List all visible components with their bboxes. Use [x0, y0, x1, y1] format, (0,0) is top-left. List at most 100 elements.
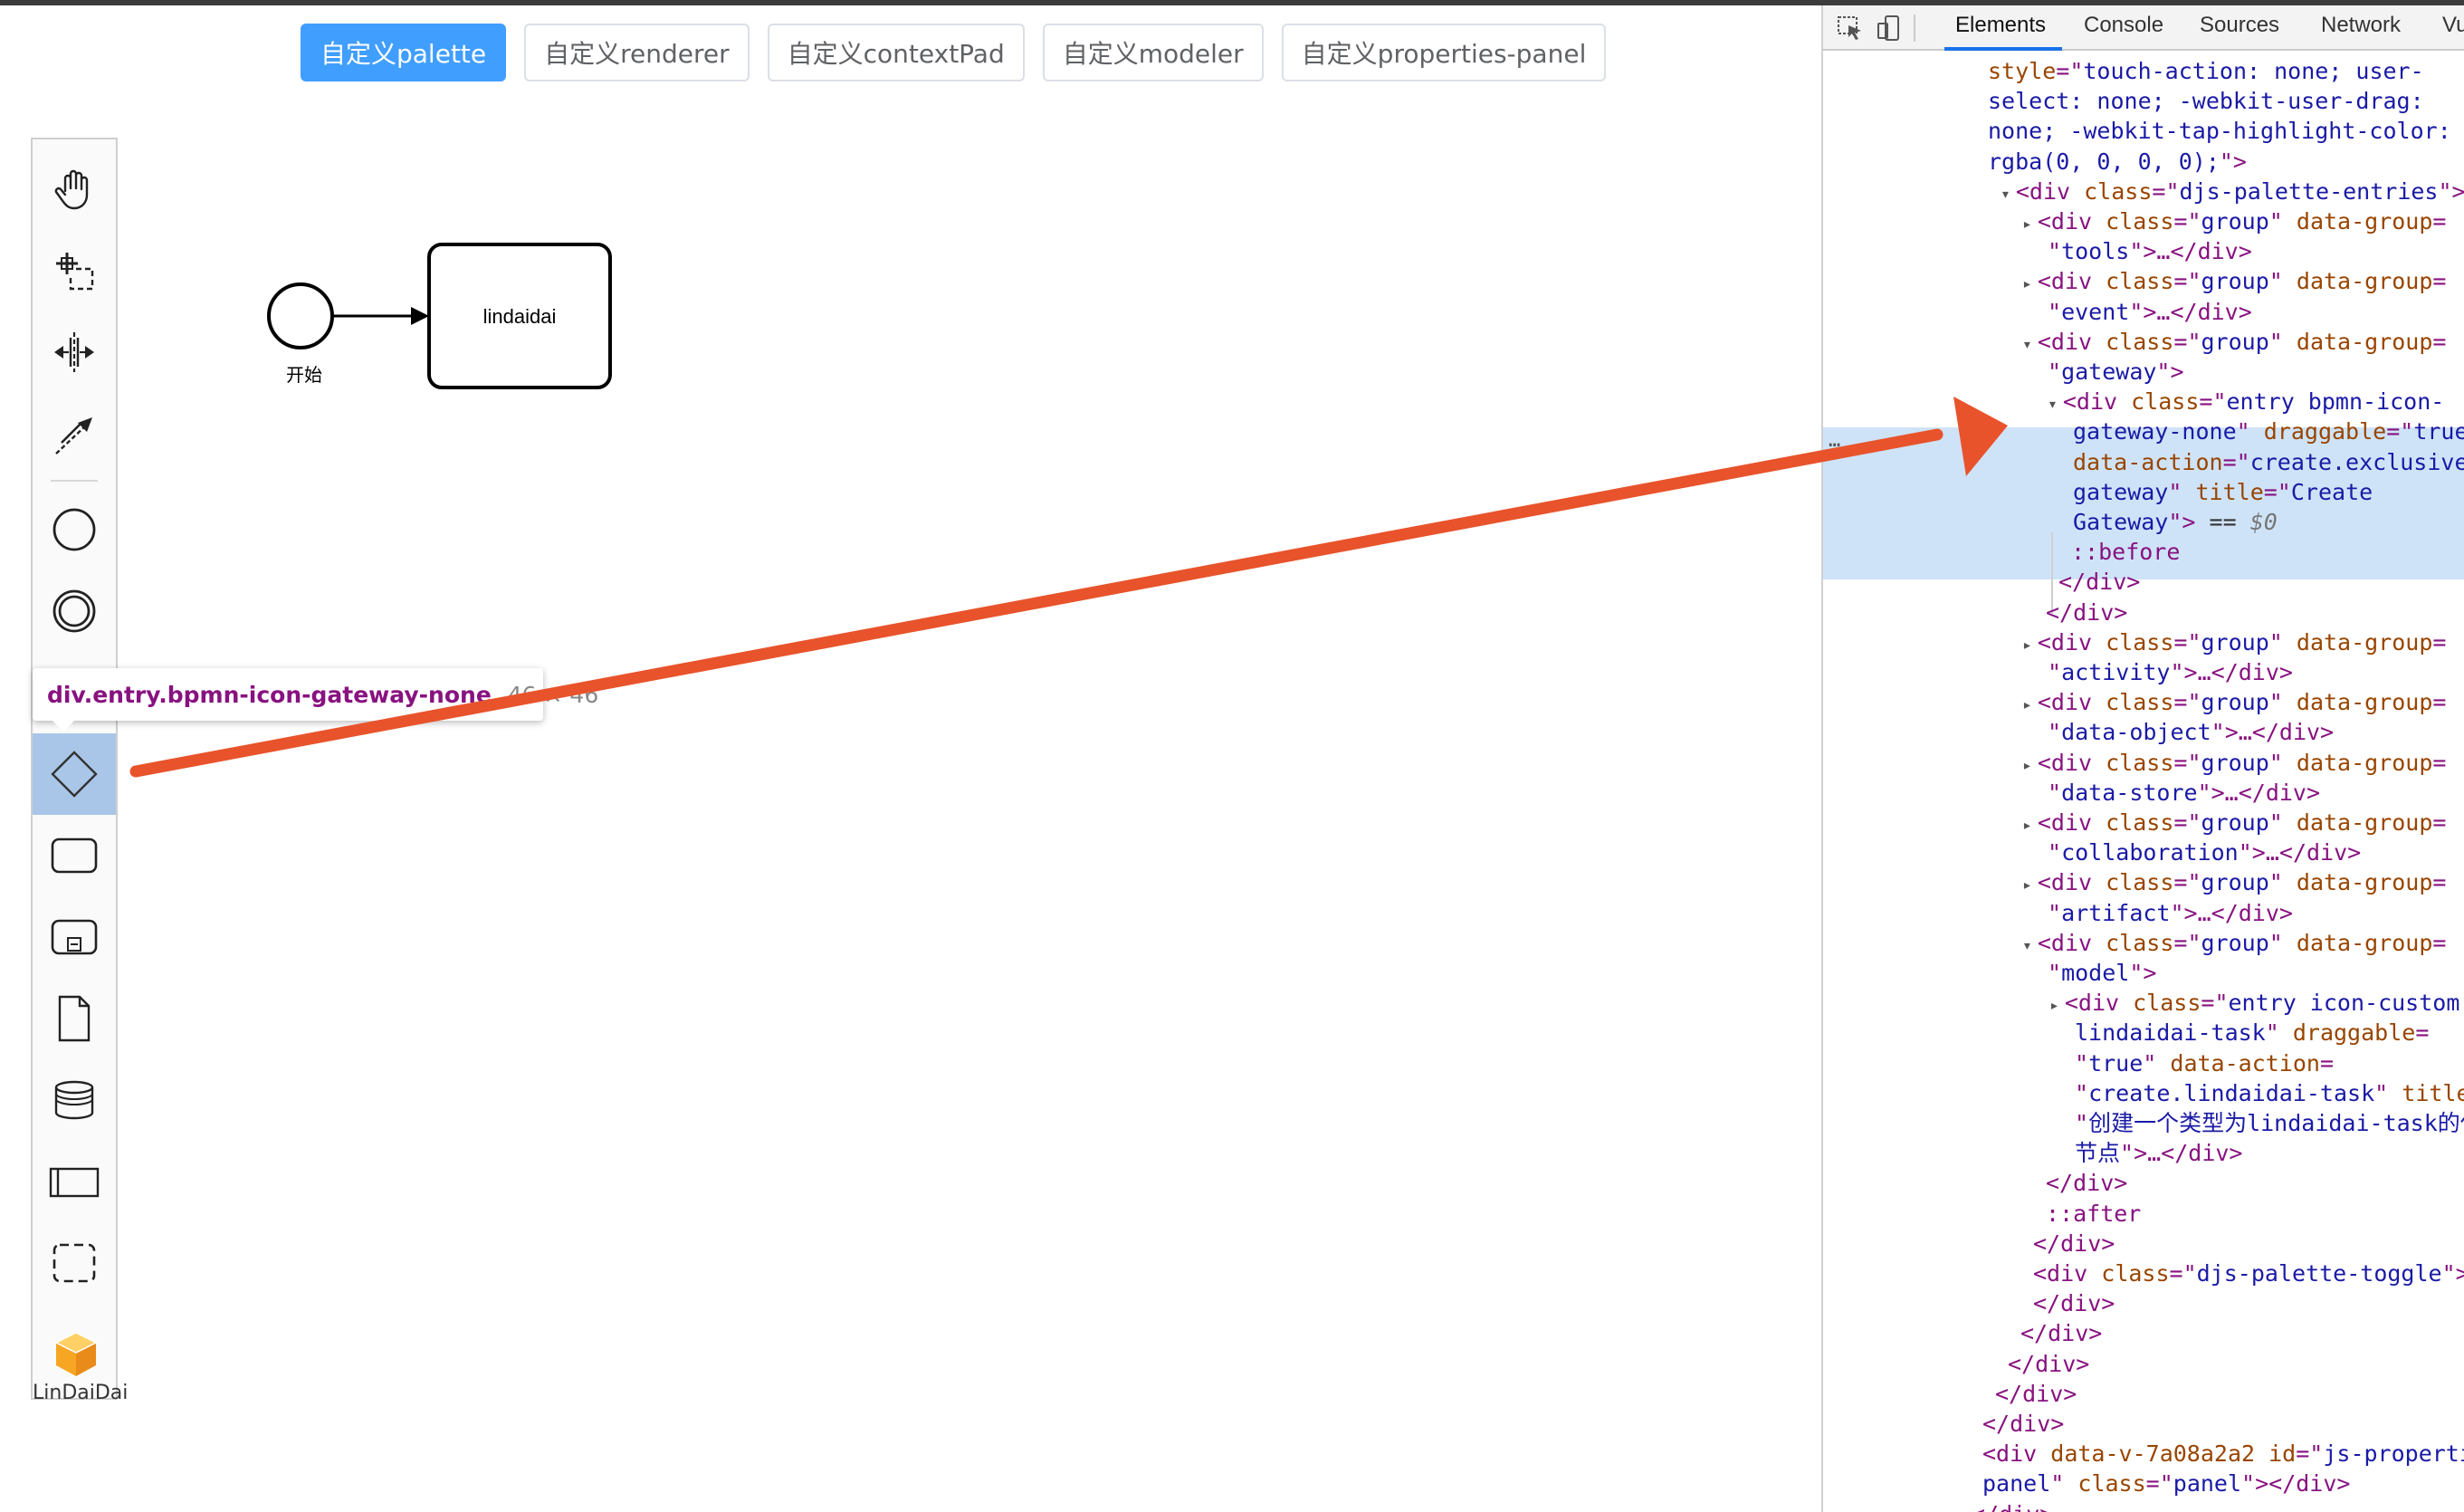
dom-tree-line[interactable]: ▾ <div class="group" data-group=: [2022, 928, 2446, 958]
node-more-actions-button[interactable]: …: [1829, 429, 1840, 452]
dom-tree-line[interactable]: ▾<div class="djs-palette-entries">: [2001, 177, 2464, 206]
device-toolbar-icon[interactable]: [1876, 14, 1905, 42]
dom-tree-line[interactable]: "true" data-action=: [2075, 1048, 2334, 1078]
tooltip-pointer: [51, 719, 76, 732]
dom-tree-line[interactable]: panel" class="panel"></div>: [1982, 1469, 2350, 1498]
participant-entry[interactable]: [33, 1141, 116, 1222]
dom-tree-line[interactable]: </div>: [2020, 1318, 2102, 1348]
custom-modeler-button[interactable]: 自定义modeler: [1042, 24, 1264, 81]
devtools-panel: Elements Console Sources Network Vu … st…: [1821, 5, 2464, 1512]
space-tool-entry[interactable]: [33, 311, 116, 393]
dom-tree-line[interactable]: ▸ <div class="group" data-group=: [2022, 867, 2446, 897]
dom-tree-line[interactable]: "tools">…</div>: [2048, 236, 2252, 266]
tab-vue[interactable]: Vu: [2442, 13, 2464, 38]
dom-tree-line[interactable]: ▸ <div class="group" data-group=: [2022, 687, 2446, 717]
lasso-icon: [56, 253, 94, 291]
inspect-element-icon[interactable]: [1836, 14, 1865, 42]
data-store-entry[interactable]: [33, 1059, 116, 1141]
dom-tree-line[interactable]: <div class="djs-palette-toggle">: [2033, 1258, 2464, 1288]
dom-tree-line[interactable]: "artifact">…</div>: [2048, 898, 2293, 928]
dom-tree-line[interactable]: "activity">…</div>: [2048, 657, 2293, 687]
element-inspect-tooltip: div.entry.bpmn-icon-gateway-none 46 × 46: [33, 668, 598, 721]
dom-tree-line[interactable]: </div>: [1972, 1499, 2053, 1512]
dom-tree-line[interactable]: ▸ <div class="group" data-group=: [2022, 808, 2446, 837]
task-entry[interactable]: [33, 815, 116, 896]
task-icon: [51, 837, 98, 874]
dom-tree-line[interactable]: ▸ <div class="group" data-group=: [2022, 627, 2446, 657]
tab-elements[interactable]: Elements: [1955, 13, 2046, 38]
selected-node-line[interactable]: ▾ <div class="entry bpmn-icon-: [2048, 387, 2444, 416]
dom-tree-line[interactable]: </div>: [2046, 598, 2127, 627]
dom-tree-line[interactable]: none; -webkit-tap-highlight-color:: [1988, 116, 2451, 146]
dom-tree-line[interactable]: ::before: [2071, 537, 2180, 567]
dom-tree-line[interactable]: "gateway">: [2048, 357, 2184, 387]
active-tab-indicator: [1944, 47, 2062, 51]
dom-tree-line[interactable]: "collaboration">…</div>: [2048, 837, 2361, 867]
data-store-icon: [54, 1080, 94, 1120]
subprocess-entry[interactable]: [33, 896, 116, 978]
dom-tree-line[interactable]: "create.lindaidai-task" title=: [2075, 1078, 2464, 1108]
annotation-arrow-line: [129, 428, 1944, 778]
dom-tree-line[interactable]: </div>: [2033, 1288, 2115, 1318]
tab-sources[interactable]: Sources: [2200, 13, 2279, 38]
subprocess-icon: [51, 919, 98, 955]
dom-tree-line[interactable]: rgba(0, 0, 0, 0);">: [1988, 147, 2247, 177]
palette: LinDaiDai: [31, 138, 128, 1404]
lindaidai-logo[interactable]: LinDaiDai: [33, 1329, 129, 1404]
dom-tree-line[interactable]: ▾ <div class="group" data-group=: [2022, 327, 2446, 357]
cube-icon: [54, 1332, 98, 1376]
task-label: lindaidai: [482, 305, 557, 328]
dom-tree-line[interactable]: "data-store">…</div>: [2048, 778, 2320, 808]
selected-node-line[interactable]: data-action="create.exclusive-: [2073, 447, 2464, 477]
dom-tree-line[interactable]: ▸ <div class="group" data-group=: [2022, 206, 2446, 236]
dom-tree-line[interactable]: </div>: [1982, 1409, 2064, 1439]
palette-separator: [51, 480, 98, 482]
dom-tree-line[interactable]: ▸ <div class="group" data-group=: [2022, 748, 2446, 778]
group-entry[interactable]: [33, 1222, 116, 1304]
dom-tree-line[interactable]: lindaidai-task" draggable=: [2075, 1018, 2429, 1048]
data-object-entry[interactable]: [33, 978, 116, 1059]
tab-network[interactable]: Network: [2321, 13, 2401, 38]
connect-icon: [55, 417, 92, 455]
dom-tree-line[interactable]: select: none; -webkit-user-drag:: [1988, 86, 2424, 116]
logo-text: LinDaiDai: [33, 1382, 129, 1404]
selected-node-line[interactable]: Gateway"> == $0: [2073, 507, 2278, 537]
hand-icon: [54, 169, 89, 210]
custom-properties-panel-button[interactable]: 自定义properties-panel: [1281, 24, 1607, 81]
dom-tree-line[interactable]: "event">…</div>: [2048, 297, 2252, 327]
dom-tree-line[interactable]: "创建一个类型为lindaidai-task的任务: [2075, 1108, 2464, 1138]
start-event-entry[interactable]: [33, 489, 116, 570]
dom-tree-line[interactable]: </div>: [2008, 1349, 2089, 1379]
tab-console[interactable]: Console: [2084, 13, 2163, 38]
dom-tree-line[interactable]: 节点">…</div>: [2075, 1138, 2242, 1168]
data-object-icon: [58, 995, 91, 1042]
participant-icon: [49, 1167, 100, 1198]
dom-tree-line[interactable]: </div>: [2033, 1229, 2115, 1258]
dom-tree-line[interactable]: <div data-v-7a08a2a2 id="js-properties-: [1982, 1439, 2464, 1469]
lasso-tool-entry[interactable]: [33, 230, 116, 311]
dom-tree-line[interactable]: style="touch-action: none; user-: [1988, 56, 2424, 86]
intermediate-event-entry[interactable]: [33, 570, 116, 652]
dom-tree-line[interactable]: "data-object">…</div>: [2048, 717, 2334, 747]
space-icon: [54, 332, 94, 372]
tab-divider: [1914, 14, 1915, 42]
start-event-label: 开始: [286, 364, 322, 386]
start-event[interactable]: [267, 282, 334, 349]
dom-tree-line[interactable]: </div>: [1995, 1379, 2077, 1409]
intermediate-event-icon: [53, 589, 96, 633]
custom-contextpad-button[interactable]: 自定义contextPad: [767, 24, 1025, 81]
hand-tool-entry[interactable]: [33, 148, 116, 230]
devtools-tabbar: Elements Console Sources Network Vu: [1823, 5, 2464, 51]
dom-tree-line[interactable]: ::after: [2046, 1199, 2141, 1229]
selected-node-line[interactable]: gateway" title="Create: [2073, 477, 2373, 507]
dom-tree-line[interactable]: "model">: [2048, 958, 2156, 988]
dom-tree-line[interactable]: </div>: [2046, 1168, 2127, 1198]
dom-tree-line[interactable]: ▸ <div class="group" data-group=: [2022, 266, 2446, 296]
group-icon: [53, 1243, 96, 1283]
selected-node-line[interactable]: gateway-none" draggable="true": [2073, 416, 2464, 446]
dom-tree-line[interactable]: ▸ <div class="entry icon-custom: [2049, 988, 2459, 1018]
dom-tree-line[interactable]: </div>: [2058, 567, 2140, 597]
global-connect-tool-entry[interactable]: [33, 395, 116, 476]
gateway-icon: [51, 751, 98, 798]
exclusive-gateway-entry[interactable]: [33, 733, 116, 815]
